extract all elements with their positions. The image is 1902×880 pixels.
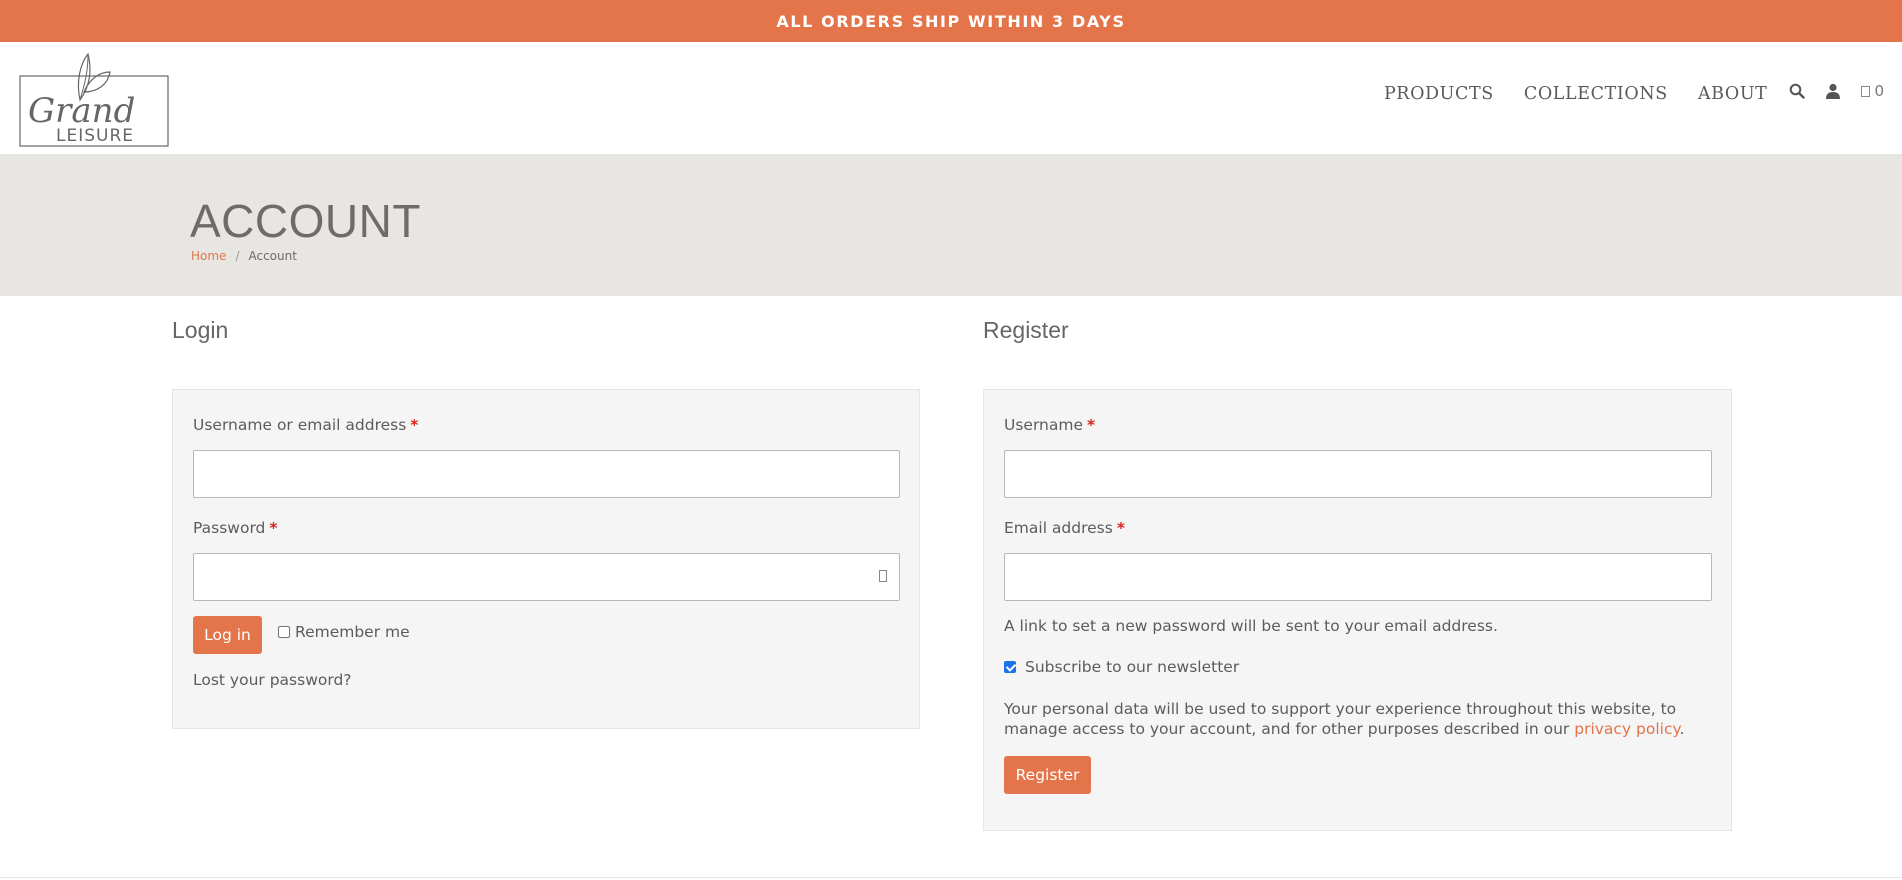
- logo-caption-text: LEISURE: [56, 126, 134, 146]
- cart-count: 0: [1874, 82, 1884, 100]
- privacy-notice: Your personal data will be used to suppo…: [1004, 700, 1685, 738]
- newsletter-checkbox[interactable]: [1004, 661, 1016, 673]
- site-header: Grand LEISURE PRODUCTS COLLECTIONS ABOUT…: [0, 42, 1902, 154]
- footer-divider: [0, 877, 1902, 878]
- nav-about[interactable]: ABOUT: [1698, 84, 1768, 104]
- newsletter-label: Subscribe to our newsletter: [1025, 658, 1240, 676]
- register-username-label: Username *: [1004, 416, 1096, 434]
- login-password-label: Password *: [193, 519, 278, 537]
- newsletter-row[interactable]: Subscribe to our newsletter: [1004, 658, 1239, 676]
- cart-glyph-icon: [1861, 85, 1871, 97]
- login-username-input[interactable]: [193, 450, 900, 498]
- password-note: A link to set a new password will be sen…: [1004, 617, 1498, 635]
- nav-products[interactable]: PRODUCTS: [1384, 84, 1494, 104]
- main-nav: PRODUCTS COLLECTIONS ABOUT 0: [1354, 82, 1884, 104]
- breadcrumb-separator: /: [235, 249, 240, 263]
- required-mark: *: [410, 416, 419, 434]
- lost-password-link[interactable]: Lost your password?: [193, 670, 352, 690]
- required-mark: *: [269, 519, 278, 537]
- remember-me-row[interactable]: Remember me: [278, 623, 410, 641]
- login-panel: Username or email address * Password * Log…: [172, 389, 920, 729]
- user-icon[interactable]: [1825, 83, 1841, 99]
- announcement-text: ALL ORDERS SHIP WITHIN 3 DAYS: [776, 11, 1126, 31]
- cart-icon[interactable]: 0: [1861, 82, 1884, 100]
- search-icon[interactable]: [1789, 83, 1806, 99]
- site-logo[interactable]: Grand LEISURE: [18, 50, 172, 150]
- logo-script-text: Grand: [28, 91, 135, 131]
- nav-collections[interactable]: COLLECTIONS: [1524, 84, 1668, 104]
- register-button[interactable]: Register: [1004, 756, 1091, 794]
- register-username-input[interactable]: [1004, 450, 1712, 498]
- required-mark: *: [1116, 519, 1125, 537]
- login-button[interactable]: Log in: [193, 616, 262, 654]
- breadcrumb-home-link[interactable]: Home: [191, 249, 226, 263]
- breadcrumb: Home / Account: [191, 249, 297, 263]
- login-heading: Login: [172, 317, 229, 343]
- register-panel: Username * Email address * A link to set a…: [983, 389, 1732, 831]
- required-mark: *: [1087, 416, 1096, 434]
- announcement-bar: ALL ORDERS SHIP WITHIN 3 DAYS: [0, 0, 1902, 42]
- login-password-input[interactable]: [193, 553, 900, 601]
- remember-me-label: Remember me: [295, 623, 410, 641]
- remember-me-checkbox[interactable]: [278, 626, 290, 638]
- register-email-label: Email address *: [1004, 519, 1125, 537]
- page-title-band: ACCOUNT Home / Account: [0, 154, 1902, 296]
- register-heading: Register: [983, 317, 1069, 343]
- register-email-input[interactable]: [1004, 553, 1712, 601]
- breadcrumb-current: Account: [248, 249, 297, 263]
- privacy-policy-link[interactable]: privacy policy: [1574, 720, 1679, 738]
- login-username-label: Username or email address *: [193, 416, 419, 434]
- show-password-icon[interactable]: [879, 570, 887, 582]
- page-title: ACCOUNT: [190, 195, 421, 247]
